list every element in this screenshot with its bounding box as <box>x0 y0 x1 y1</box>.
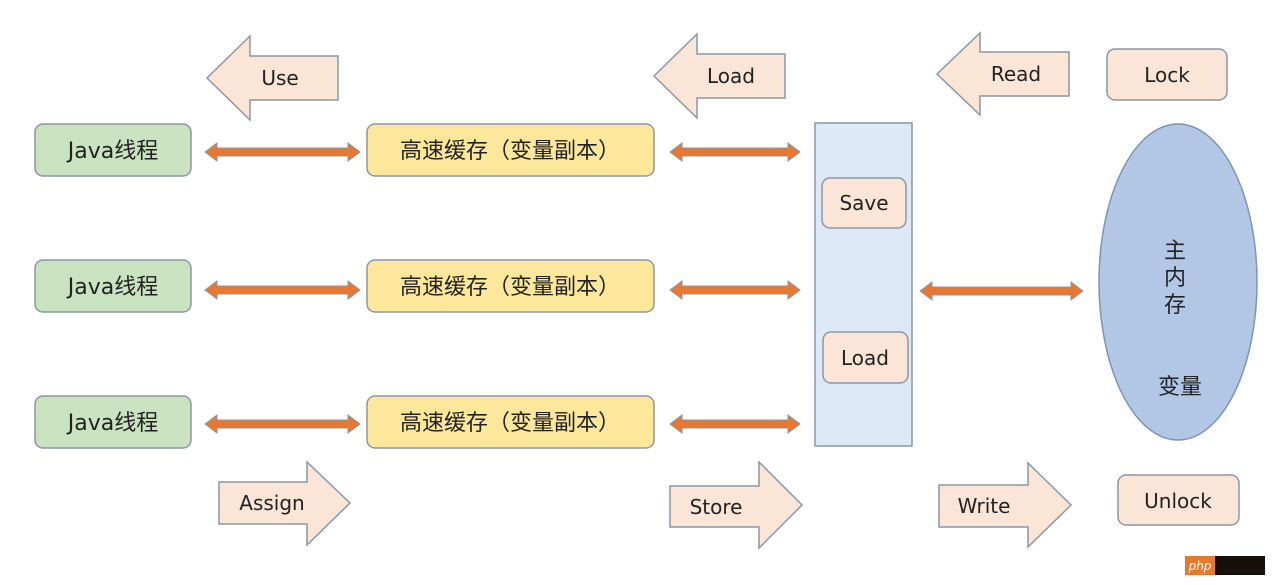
write-label: Write <box>958 494 1011 518</box>
thread-label: Java线程 <box>66 139 158 164</box>
load-label: Load <box>707 64 755 88</box>
php-watermark: php <box>1185 556 1265 575</box>
buffer-load-label: Load <box>841 346 889 370</box>
double-arrow-connector <box>669 142 801 162</box>
main-memory-char: 存 <box>1164 293 1186 318</box>
jmm-diagram: Use Load Read Lock Java线程 Java线程 Java线程 … <box>34 31 1265 575</box>
unlock-box: Unlock <box>1117 474 1240 526</box>
main-memory-char: 内 <box>1164 266 1186 291</box>
variable-label: 变量 <box>1158 375 1202 400</box>
cache-label: 高速缓存（变量副本） <box>400 275 620 300</box>
save-label: Save <box>839 191 888 215</box>
lock-box: Lock <box>1106 48 1228 101</box>
use-arrow: Use <box>205 34 339 122</box>
double-arrow-connector <box>669 414 801 434</box>
cache-box-3: 高速缓存（变量副本） <box>366 395 655 449</box>
write-arrow: Write <box>938 461 1073 549</box>
working-buffer: Save Load <box>814 122 913 447</box>
thread-box-2: Java线程 <box>34 259 192 313</box>
thread-label: Java线程 <box>66 275 158 300</box>
svg-text:php: php <box>1188 559 1212 573</box>
cache-box-2: 高速缓存（变量副本） <box>366 259 655 313</box>
store-arrow: Store <box>669 460 804 550</box>
assign-arrow: Assign <box>218 460 352 547</box>
main-memory: 主 内 存 变量 <box>1098 123 1258 441</box>
thread-box-1: Java线程 <box>34 123 192 177</box>
thread-label: Java线程 <box>66 411 158 436</box>
cache-label: 高速缓存（变量副本） <box>400 139 620 164</box>
read-label: Read <box>991 62 1041 86</box>
double-arrow-connector <box>204 142 361 162</box>
thread-box-3: Java线程 <box>34 395 192 449</box>
double-arrow-connector <box>669 280 801 300</box>
cache-label: 高速缓存（变量副本） <box>400 411 620 436</box>
store-label: Store <box>690 495 743 519</box>
read-arrow: Read <box>935 31 1070 117</box>
unlock-label: Unlock <box>1144 489 1212 513</box>
main-memory-char: 主 <box>1164 239 1186 264</box>
lock-label: Lock <box>1144 63 1190 87</box>
use-label: Use <box>261 66 298 90</box>
load-arrow: Load <box>652 32 786 120</box>
assign-label: Assign <box>239 491 304 515</box>
double-arrow-connector <box>204 414 361 434</box>
double-arrow-connector <box>204 280 361 300</box>
cache-box-1: 高速缓存（变量副本） <box>366 123 655 177</box>
double-arrow-connector <box>919 281 1084 301</box>
